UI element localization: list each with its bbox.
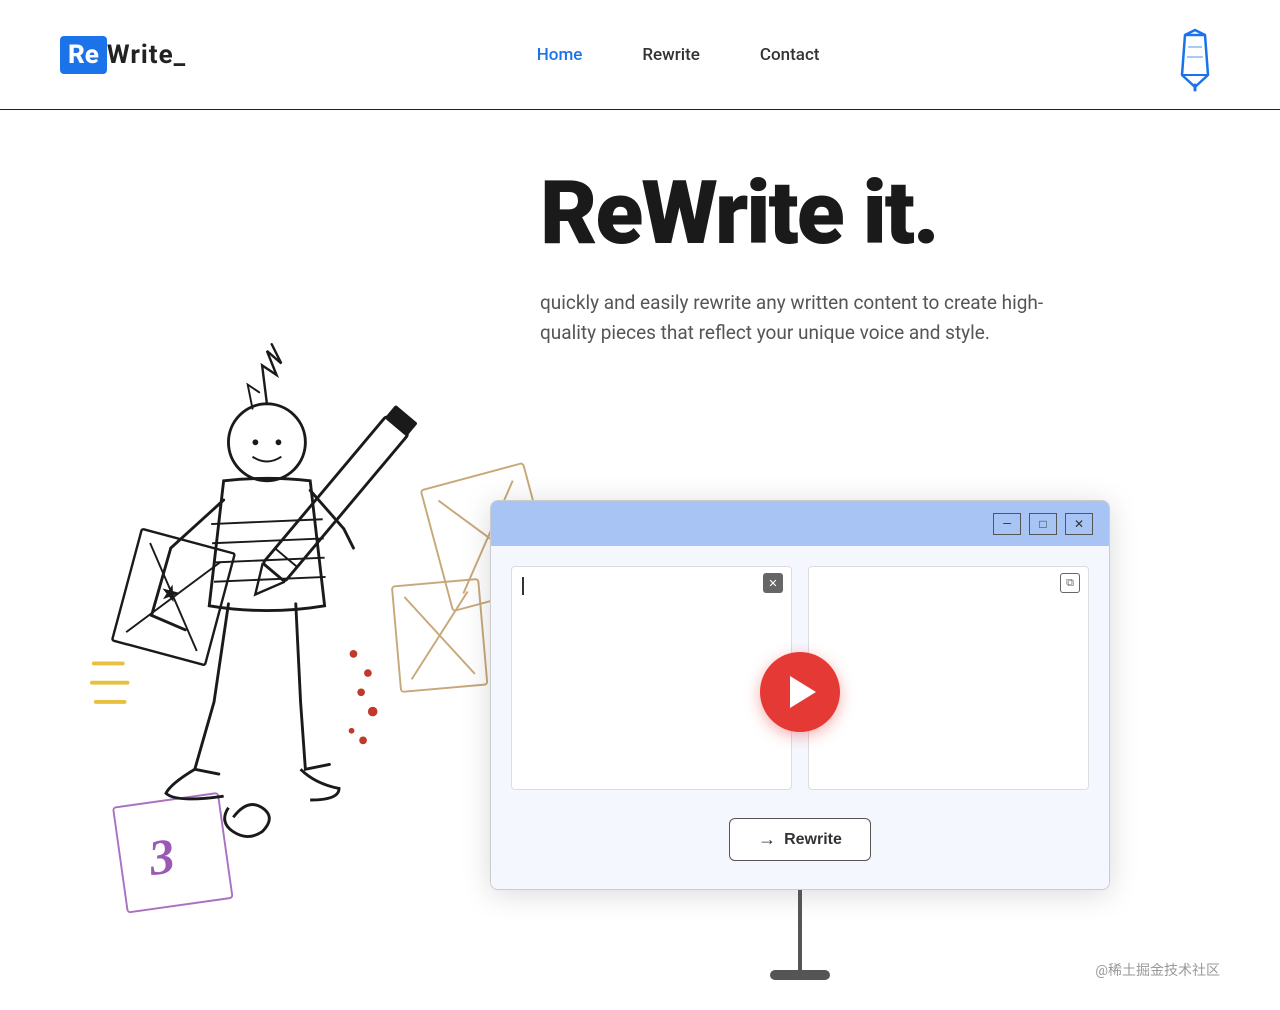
hero-subtitle: quickly and easily rewrite any written c… xyxy=(540,288,1060,349)
main-content: ReWrite it. quickly and easily rewrite a… xyxy=(0,170,1280,1010)
monitor-stand xyxy=(490,890,1110,980)
main-nav: Home Rewrite Contact xyxy=(537,45,820,65)
rewrite-btn-label: Rewrite xyxy=(784,831,842,849)
window-body: ✕ ⧉ → Rewrite xyxy=(491,546,1109,889)
maximize-button[interactable]: □ xyxy=(1029,513,1057,535)
play-button[interactable] xyxy=(760,652,840,732)
minimize-button[interactable]: — xyxy=(993,513,1021,535)
output-text-box: ⧉ xyxy=(808,566,1089,790)
pen-icon xyxy=(1170,25,1220,85)
stand-base xyxy=(770,970,830,980)
site-header: Re Write_ Home Rewrite Contact xyxy=(0,0,1280,110)
stand-neck xyxy=(798,890,802,970)
logo-re: Re xyxy=(60,36,107,74)
clear-button[interactable]: ✕ xyxy=(763,573,783,593)
nav-rewrite[interactable]: Rewrite xyxy=(642,45,700,65)
close-button[interactable]: ✕ xyxy=(1065,513,1093,535)
arrow-icon: → xyxy=(758,829,776,850)
app-window: — □ ✕ ✕ ⧉ xyxy=(490,500,1110,890)
rewrite-button[interactable]: → Rewrite xyxy=(729,818,871,861)
input-text-box[interactable]: ✕ xyxy=(511,566,792,790)
logo-write: Write_ xyxy=(107,40,186,70)
play-icon xyxy=(790,676,816,708)
nav-contact[interactable]: Contact xyxy=(760,45,820,65)
hero-title: ReWrite it. xyxy=(540,170,1220,258)
window-titlebar: — □ ✕ xyxy=(491,501,1109,546)
text-cursor xyxy=(522,577,524,595)
logo[interactable]: Re Write_ xyxy=(60,36,186,74)
copy-button[interactable]: ⧉ xyxy=(1060,573,1080,593)
nav-home[interactable]: Home xyxy=(537,45,583,65)
watermark: @稀土掘金技术社区 xyxy=(1095,960,1220,980)
rewrite-btn-row: → Rewrite xyxy=(511,814,1089,869)
